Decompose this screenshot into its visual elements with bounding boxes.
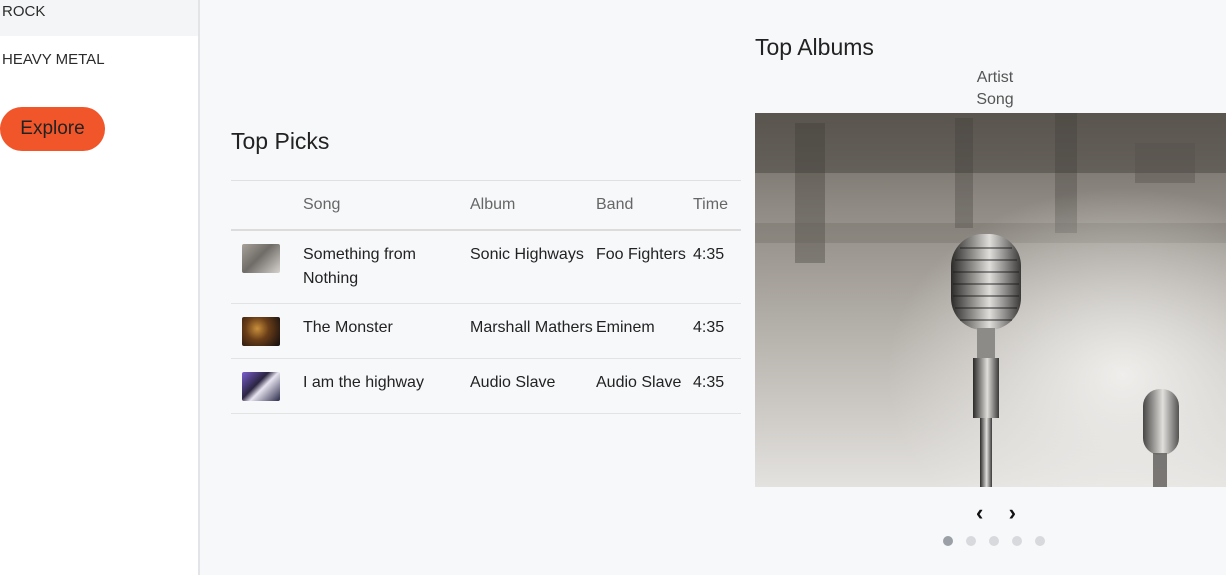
top-albums-heading: Top Albums bbox=[755, 34, 874, 60]
album-art-thumbnail bbox=[242, 372, 280, 401]
column-header-song[interactable]: Song bbox=[303, 180, 470, 231]
genre-item-heavy-metal[interactable]: HEAVY METAL bbox=[0, 48, 198, 72]
carousel-dot-1[interactable] bbox=[943, 536, 953, 546]
chevron-left-icon[interactable]: ‹ bbox=[976, 502, 983, 524]
genre-item-rock[interactable]: ROCK bbox=[0, 0, 198, 36]
column-header-time[interactable]: Time bbox=[693, 180, 741, 231]
band-cell: Foo Fighters bbox=[596, 230, 693, 304]
sidebar: ROCK HEAVY METAL Explore bbox=[0, 0, 200, 575]
album-cell: Audio Slave bbox=[470, 358, 596, 414]
carousel-dots bbox=[943, 536, 1045, 546]
song-cell: I am the highway bbox=[303, 358, 470, 414]
album-cell: Marshall Mathers bbox=[470, 303, 596, 359]
album-art-thumbnail bbox=[242, 317, 280, 346]
time-cell: 4:35 bbox=[693, 303, 741, 359]
table-header-row: Song Album Band Time bbox=[231, 180, 741, 231]
carousel-nav: ‹ › bbox=[976, 502, 1016, 524]
column-header-band[interactable]: Band bbox=[596, 180, 693, 231]
time-cell: 4:35 bbox=[693, 358, 741, 414]
top-picks-heading: Top Picks bbox=[231, 128, 330, 154]
album-cell: Sonic Highways bbox=[470, 230, 596, 304]
song-cell: The Monster bbox=[303, 303, 470, 359]
chevron-right-icon[interactable]: › bbox=[1009, 502, 1016, 524]
column-header-thumb bbox=[231, 180, 303, 231]
album-artist-label: Artist bbox=[976, 69, 1014, 86]
album-art-thumbnail bbox=[242, 244, 280, 273]
carousel-dot-4[interactable] bbox=[1012, 536, 1022, 546]
carousel-dot-5[interactable] bbox=[1035, 536, 1045, 546]
table-row[interactable]: I am the highway Audio Slave Audio Slave… bbox=[231, 358, 741, 414]
table-row[interactable]: Something from Nothing Sonic Highways Fo… bbox=[231, 230, 741, 304]
album-song-label: Song bbox=[976, 91, 1014, 108]
carousel-dot-2[interactable] bbox=[966, 536, 976, 546]
microphone-photo bbox=[755, 113, 1226, 487]
column-header-album[interactable]: Album bbox=[470, 180, 596, 231]
band-cell: Audio Slave bbox=[596, 358, 693, 414]
time-cell: 4:35 bbox=[693, 230, 741, 304]
explore-button[interactable]: Explore bbox=[0, 107, 105, 151]
song-cell: Something from Nothing bbox=[303, 230, 470, 304]
top-picks-table: Song Album Band Time Something from Noth… bbox=[231, 180, 741, 414]
carousel-dot-3[interactable] bbox=[989, 536, 999, 546]
table-row[interactable]: The Monster Marshall Mathers Eminem 4:35 bbox=[231, 303, 741, 359]
band-cell: Eminem bbox=[596, 303, 693, 359]
